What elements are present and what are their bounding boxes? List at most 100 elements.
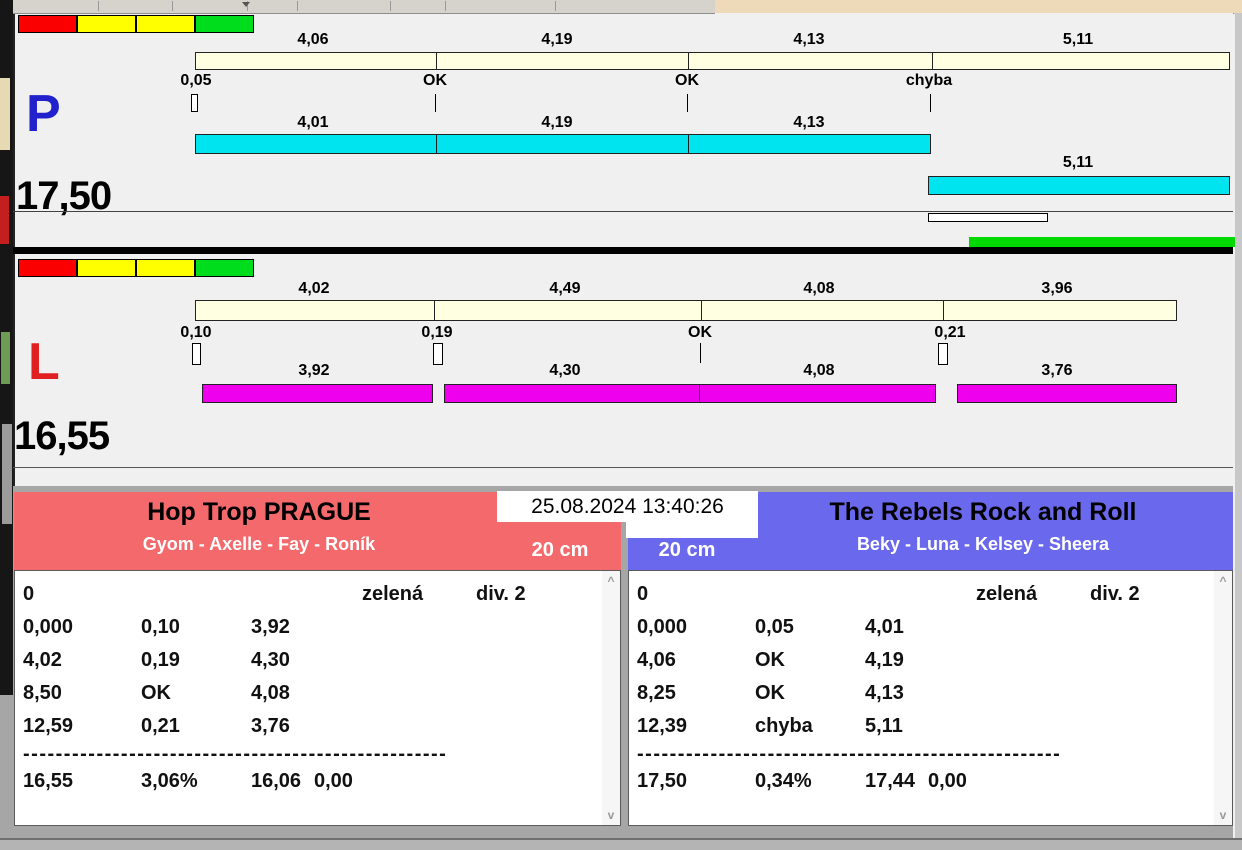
log-cell: 4,13: [865, 682, 904, 704]
log-cell: 3,76: [251, 715, 290, 737]
log-row: 8,50 OK 4,08: [15, 682, 620, 708]
log-cell: 3,92: [251, 616, 290, 638]
check-label: chyba: [905, 72, 953, 89]
segment-bar: [195, 300, 1177, 321]
time-bar: [699, 384, 936, 403]
log-cell: 16,55: [23, 770, 74, 792]
log-cell: 4,30: [251, 649, 290, 671]
log-cell: 8,50: [23, 682, 62, 704]
log-row: 0 zelená div. 2: [629, 583, 1232, 609]
log-row: 4,06 OK 4,19: [629, 649, 1232, 675]
log-cell: 0,21: [141, 715, 180, 737]
log-cell: 5,11: [865, 715, 903, 737]
log-cell: OK: [755, 649, 785, 671]
time-bar-divider: [436, 135, 437, 153]
log-cell: 4,08: [251, 682, 290, 704]
check-tick-box: [433, 343, 443, 365]
log-cell: zelená: [362, 583, 424, 605]
toolbar-segment-divider: [297, 1, 298, 11]
scroll-up-icon[interactable]: ^: [602, 575, 620, 587]
background-window-strip: [0, 0, 13, 850]
check-label: OK: [423, 72, 447, 89]
background-fragment: [0, 196, 9, 244]
scroll-down-icon[interactable]: v: [602, 809, 620, 821]
log-cell: 0,05: [755, 616, 794, 638]
check-tick-box: [192, 343, 201, 365]
status-square-red: [18, 259, 77, 277]
segment-label: 4,49: [549, 280, 581, 297]
scroll-down-icon[interactable]: v: [1214, 809, 1232, 821]
team-name: The Rebels Rock and Roll: [829, 498, 1137, 526]
log-cell: 0,10: [141, 616, 180, 638]
background-fragment: [0, 78, 10, 150]
time-label: 4,30: [549, 362, 581, 379]
scroll-up-icon[interactable]: ^: [1214, 575, 1232, 587]
log-cell: 12,59: [23, 715, 74, 737]
score-log[interactable]: 0 zelená div. 2 0,000 0,05 4,01 4,06 OK …: [628, 570, 1233, 826]
log-row: 12,39 chyba 5,11: [629, 715, 1232, 741]
judge-letter: L: [28, 333, 60, 391]
segment-bar-divider: [436, 53, 437, 69]
clock-sub-box: [626, 521, 758, 538]
log-cell: OK: [141, 682, 171, 704]
check-label: 0,19: [421, 324, 453, 341]
segment-bar-divider: [434, 301, 435, 320]
time-bar: [444, 384, 700, 403]
log-cell: 17,50: [637, 770, 688, 792]
time-label: 3,92: [298, 362, 330, 379]
check-label: OK: [688, 324, 712, 341]
log-cell: ----------------------------------------…: [23, 743, 448, 765]
status-square-yellow: [77, 15, 136, 33]
log-cell: 12,39: [637, 715, 688, 737]
time-label: 4,19: [541, 114, 573, 131]
team-members: Gyom - Axelle - Fay - Roník: [142, 534, 376, 554]
check-label: 0,05: [180, 72, 212, 89]
judge-total: 16,55: [14, 414, 110, 458]
log-cell: 8,25: [637, 682, 676, 704]
scrollbar[interactable]: ^ v: [1214, 571, 1232, 825]
toolbar-segment-divider: [445, 1, 446, 11]
scrollbar[interactable]: ^ v: [602, 571, 620, 825]
judge-letter: P: [26, 85, 61, 143]
check-tick-line: [930, 94, 931, 112]
log-cell: 0: [637, 583, 649, 605]
toolbar-segment-divider: [98, 1, 99, 11]
panel-divider-line: [13, 211, 1233, 212]
segment-label: 4,08: [803, 280, 835, 297]
check-tick-line: [435, 94, 436, 112]
time-bar-divider: [688, 135, 689, 153]
status-square-green: [195, 15, 254, 33]
log-row: 0 zelená div. 2: [15, 583, 620, 609]
segment-label: 4,13: [793, 31, 825, 48]
log-cell: 3,06%: [141, 770, 198, 792]
log-cell: div. 2: [1090, 583, 1140, 605]
toolbar-segment-divider: [555, 1, 556, 11]
height-badge: 20 cm: [658, 539, 716, 561]
status-square-green: [195, 259, 254, 277]
segment-label: 4,06: [297, 31, 329, 48]
score-log[interactable]: 0 zelená div. 2 0,000 0,10 3,92 4,02 0,1…: [14, 570, 621, 826]
time-label: 3,76: [1041, 362, 1073, 379]
overflow-bar: [928, 176, 1230, 195]
panel-divider-line: [13, 467, 1233, 468]
progress-bar-green: [969, 237, 1235, 247]
check-label: OK: [675, 72, 699, 89]
log-cell: zelená: [976, 583, 1038, 605]
log-cell: chyba: [755, 715, 813, 737]
status-square-yellow: [136, 259, 195, 277]
toolbar-segment-divider: [172, 1, 173, 11]
check-tick-box: [938, 343, 948, 365]
time-bar: [195, 134, 931, 154]
judge-total: 17,50: [16, 174, 112, 218]
toolbar-segment-divider: [390, 1, 391, 11]
time-label: 4,13: [793, 114, 825, 131]
log-cell: 0,34%: [755, 770, 812, 792]
time-bar: [957, 384, 1177, 403]
log-cell: 17,44: [865, 770, 916, 792]
team-name: Hop Trop PRAGUE: [147, 498, 371, 526]
team-members: Beky - Luna - Kelsey - Sheera: [856, 534, 1110, 554]
background-fragment: [0, 695, 13, 850]
check-tick-line: [700, 343, 701, 363]
segment-label: 4,19: [541, 31, 573, 48]
segment-label: 4,02: [298, 280, 330, 297]
